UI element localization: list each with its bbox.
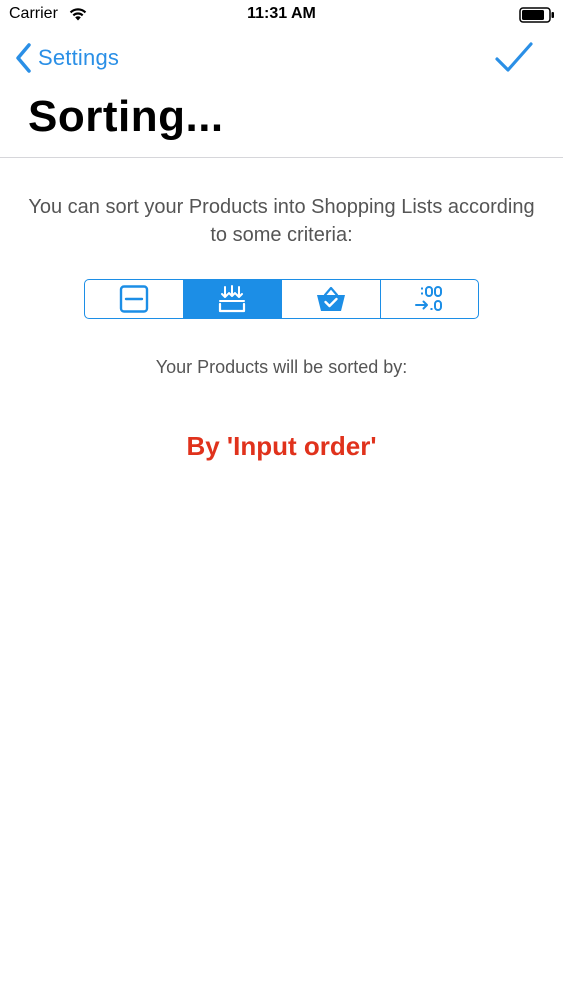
intro-text: You can sort your Products into Shopping… (28, 196, 535, 246)
input-order-icon (219, 285, 246, 313)
back-button[interactable]: Settings (14, 40, 119, 76)
page-title: Sorting... (28, 92, 224, 141)
segment-numeric[interactable] (379, 280, 479, 318)
segment-basket[interactable] (281, 280, 380, 318)
chevron-left-icon (16, 43, 31, 73)
sorted-by-label: Your Products will be sorted by: (155, 357, 408, 377)
segment-input-order[interactable] (182, 280, 281, 318)
checkmark-icon[interactable] (492, 40, 536, 76)
back-button-label: Settings (38, 45, 120, 70)
numeric-sort-icon (415, 286, 443, 311)
navigation-bar: Settings (0, 30, 563, 88)
box-minus-icon (119, 285, 148, 313)
sort-value: By 'Input order' (186, 431, 377, 461)
segment-box[interactable] (85, 280, 183, 318)
basket-check-icon (316, 286, 345, 311)
sort-criteria-segmented-control (84, 279, 479, 319)
divider (0, 157, 563, 158)
status-bar: Carrier 11:31 AM (0, 0, 563, 30)
battery-icon (519, 7, 554, 23)
clock: 11:31 AM (247, 5, 316, 22)
